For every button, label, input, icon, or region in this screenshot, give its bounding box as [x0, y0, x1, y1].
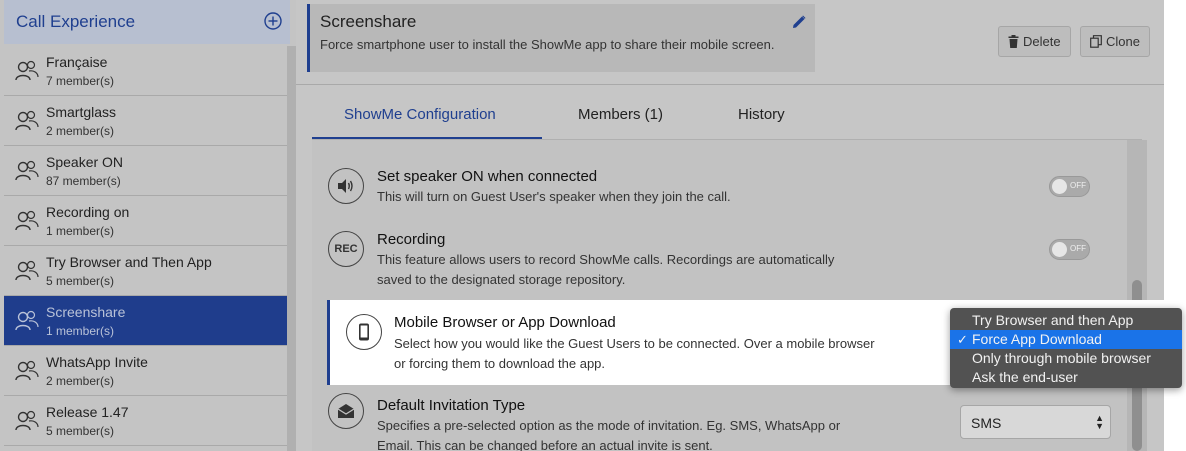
sidebar-item-count: 5 member(s) — [46, 424, 115, 438]
delete-label: Delete — [1023, 34, 1061, 49]
speaker-icon — [328, 168, 364, 204]
option-label: Try Browser and then App — [972, 312, 1134, 328]
active-tab-indicator — [312, 137, 542, 139]
select-arrows-icon: ▲ ▼ — [1095, 413, 1104, 431]
option-label: Force App Download — [972, 331, 1102, 347]
checkmark-icon: ✓ — [957, 332, 968, 347]
sidebar-item-count: 2 member(s) — [46, 374, 115, 388]
trash-icon — [1008, 35, 1019, 48]
toggle-state-label: OFF — [1070, 244, 1086, 253]
delete-button[interactable]: Delete — [998, 26, 1071, 57]
toggle-knob — [1052, 242, 1067, 257]
group-icon — [15, 110, 39, 131]
speaker-toggle[interactable]: OFF — [1049, 176, 1090, 197]
tab-bar: ShowMe Configuration Members (1) History — [312, 96, 1142, 140]
sidebar-item-name: Smartglass — [46, 104, 117, 120]
sidebar-scrollbar[interactable] — [287, 46, 296, 451]
invitation-type-select[interactable]: SMS ▲ ▼ — [960, 405, 1111, 439]
sidebar-item[interactable]: Recording on 1 member(s) — [4, 196, 287, 246]
sidebar-item[interactable]: Smartglass 2 member(s) — [4, 96, 287, 146]
tab-showme-configuration[interactable]: ShowMe Configuration — [344, 106, 496, 123]
sidebar-item-name: Recording on — [46, 204, 130, 220]
dropdown-option-selected[interactable]: ✓ Force App Download — [950, 330, 1182, 349]
sidebar-item-name: WhatsApp Invite — [46, 354, 148, 370]
sidebar-item[interactable]: Try Browser and Then App 5 member(s) — [4, 246, 287, 296]
sidebar-item-count: 7 member(s) — [46, 74, 115, 88]
speaker-setting-title: Set speaker ON when connected — [377, 168, 598, 185]
sidebar-item-name: Screenshare — [46, 304, 126, 320]
sidebar-item-count: 87 member(s) — [46, 174, 121, 188]
mobile-mode-dropdown-menu: Try Browser and then App ✓ Force App Dow… — [950, 308, 1182, 388]
sidebar-list: Française 7 member(s) Smartglass 2 membe… — [4, 46, 287, 446]
group-icon — [15, 160, 39, 181]
option-label: Ask the end-user — [972, 369, 1078, 385]
speaker-setting-row: Set speaker ON when connected This will … — [312, 140, 1127, 220]
clone-label: Clone — [1106, 34, 1140, 49]
group-icon — [15, 310, 39, 331]
speaker-setting-description: This will turn on Guest User's speaker w… — [377, 189, 731, 204]
recording-description-line-2: saved to the designated storage reposito… — [377, 272, 626, 287]
group-icon — [15, 210, 39, 231]
group-icon — [15, 260, 39, 281]
sidebar-item-name: Release 1.47 — [46, 404, 129, 420]
envelope-icon — [328, 393, 364, 429]
tab-history[interactable]: History — [738, 106, 785, 123]
add-circle-icon[interactable] — [264, 12, 282, 30]
sidebar-item-count: 5 member(s) — [46, 274, 115, 288]
sidebar-item-selected[interactable]: Screenshare 1 member(s) — [4, 296, 287, 346]
smartphone-icon — [346, 314, 382, 350]
invitation-setting-title: Default Invitation Type — [377, 397, 526, 414]
rec-icon: REC — [328, 231, 364, 267]
select-value: SMS — [971, 415, 1002, 431]
profile-header-card: Screenshare Force smartphone user to ins… — [307, 4, 815, 72]
sidebar-item-count: 2 member(s) — [46, 124, 115, 138]
group-icon — [15, 360, 39, 381]
copy-icon — [1090, 35, 1102, 48]
header-divider — [296, 84, 1164, 85]
mobile-description-line-1: Select how you would like the Guest User… — [394, 336, 875, 351]
mobile-description-line-2: or forcing them to download the app. — [394, 356, 606, 371]
dropdown-option[interactable]: Try Browser and then App — [950, 311, 1182, 330]
recording-toggle[interactable]: OFF — [1049, 239, 1090, 260]
sidebar-item-count: 1 member(s) — [46, 224, 115, 238]
group-icon — [15, 60, 39, 81]
sidebar-item[interactable]: Speaker ON 87 member(s) — [4, 146, 287, 196]
invitation-description-line-1: Specifies a pre-selected option as the m… — [377, 418, 841, 433]
sidebar-title: Call Experience — [16, 12, 136, 31]
sidebar-item-name: Speaker ON — [46, 154, 124, 170]
sidebar-item-name: Française — [46, 54, 108, 70]
invitation-description-line-2: Email. This can be changed before an act… — [377, 438, 713, 451]
page-description: Force smartphone user to install the Sho… — [320, 37, 775, 52]
toggle-state-label: OFF — [1070, 181, 1086, 190]
config-panel-scrollbar[interactable] — [1127, 140, 1147, 451]
sidebar-item[interactable]: Française 7 member(s) — [4, 46, 287, 96]
dropdown-option[interactable]: Only through mobile browser — [950, 349, 1182, 368]
pencil-icon[interactable] — [791, 14, 807, 30]
sidebar-item[interactable]: Release 1.47 5 member(s) — [4, 396, 287, 446]
sidebar-header: Call Experience — [4, 0, 290, 44]
recording-setting-row: REC Recording This feature allows users … — [312, 220, 1127, 300]
toggle-knob — [1052, 179, 1067, 194]
recording-description-line-1: This feature allows users to record Show… — [377, 252, 835, 267]
sidebar-item-name: Try Browser and Then App — [46, 254, 212, 270]
sidebar: Call Experience Française 7 member(s) Sm… — [0, 0, 296, 451]
dropdown-option[interactable]: Ask the end-user — [950, 368, 1182, 387]
sidebar-item-count: 1 member(s) — [46, 324, 115, 338]
tab-members[interactable]: Members (1) — [578, 106, 663, 123]
mobile-setting-title: Mobile Browser or App Download — [394, 314, 616, 331]
sidebar-item[interactable]: WhatsApp Invite 2 member(s) — [4, 346, 287, 396]
clone-button[interactable]: Clone — [1080, 26, 1150, 57]
group-icon — [15, 410, 39, 431]
option-label: Only through mobile browser — [972, 350, 1151, 366]
page-title: Screenshare — [320, 12, 417, 31]
recording-setting-title: Recording — [377, 231, 446, 248]
